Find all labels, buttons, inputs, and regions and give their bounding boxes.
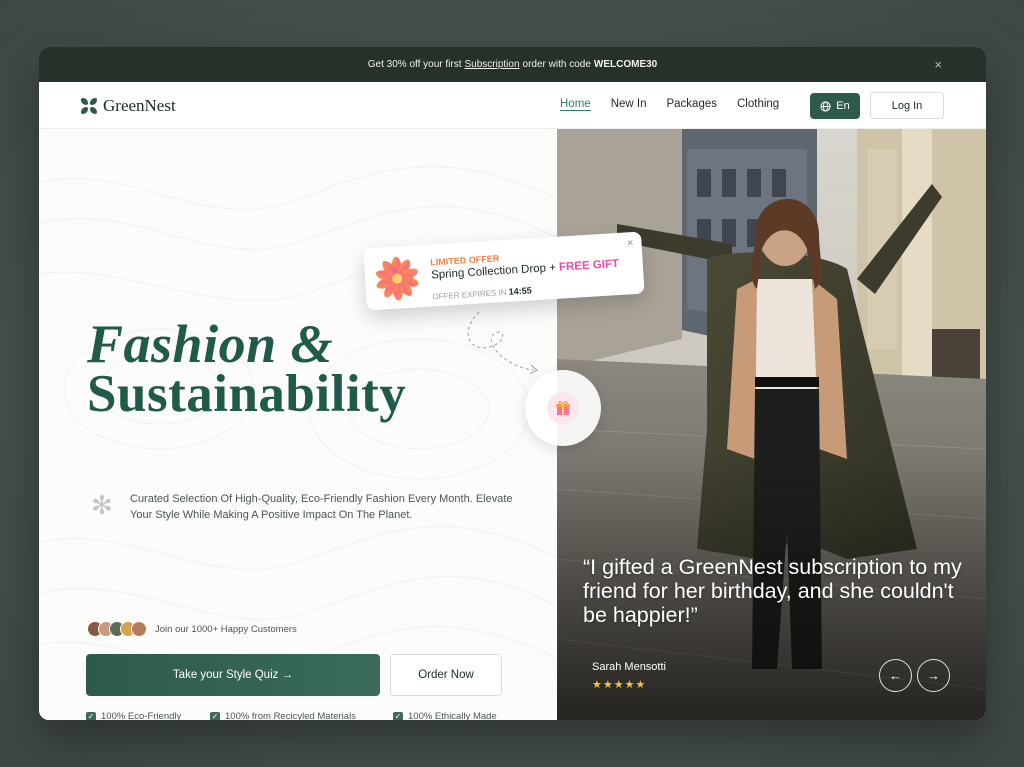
feature-checklist: ✓ 100% Eco-Friendly ✓ 100% from Recicyle… [86,711,497,720]
language-label: En [836,100,850,112]
promo-text-before: Get 30% off your first [367,59,462,70]
hero-title-line2: Sustainability [80,365,413,423]
app-window: Get 30% off your first Subscription orde… [39,47,986,720]
gift-icon [547,392,579,424]
style-quiz-button[interactable]: Take your Style Quiz → [86,654,380,696]
rating-stars: ★★★★★ [592,679,647,691]
hero-title-line1: Fashion & [87,314,334,374]
happy-customers: Join our 1000+ Happy Customers [87,621,297,637]
offer-expiry: OFFER EXPIRES IN 14:55 [432,285,532,301]
prev-arrow-button[interactable]: ← [879,659,912,692]
promo-code: WELCOME30 [593,59,658,70]
offer-gift-text: FREE GIFT [558,257,620,274]
feature-eco-friendly: ✓ 100% Eco-Friendly [86,711,210,720]
nav-clothing[interactable]: Clothing [737,98,779,110]
customers-text: Join our 1000+ Happy Customers [155,623,297,635]
site-header: GreenNest Home New In Packages Clothing … [39,82,986,129]
next-arrow-button[interactable]: → [917,659,950,692]
gift-button[interactable] [525,370,601,446]
main-nav: Home New In Packages Clothing [560,98,779,110]
promo-subscription-link[interactable]: Subscription [465,59,520,70]
feature-ethically-made: ✓ 100% Ethically Made [393,711,497,720]
globe-icon [820,100,831,112]
promo-bar: Get 30% off your first Subscription orde… [39,47,986,82]
login-button[interactable]: Log In [870,92,944,119]
order-now-button[interactable]: Order Now [390,654,502,696]
promo-close-icon[interactable]: × [934,57,942,72]
sparkle-icon: ✻ [91,490,113,520]
feature-recycled: ✓ 100% from Recicyled Materials [210,711,393,720]
leaf-logo-icon [81,98,97,114]
brand-name: GreenNest [103,96,176,115]
nav-new-in[interactable]: New In [611,98,647,110]
avatar [131,621,147,637]
hero-left-panel: Fashion & Sustainability ✻ Curated Selec… [39,129,557,720]
brand-logo[interactable]: GreenNest [81,96,176,116]
feature-label: 100% Ethically Made [408,711,497,720]
offer-close-icon[interactable]: × [627,237,634,249]
hero-photo-panel: “I gifted a GreenNest subscription to my… [557,129,986,720]
offer-expiry-label: OFFER EXPIRES IN [432,287,507,302]
language-button[interactable]: En [810,93,860,119]
offer-expiry-time: 14:55 [508,285,533,297]
hero-description: Curated Selection Of High-Quality, Eco-F… [130,493,513,521]
promo-text-after: order with code [522,59,591,70]
nav-packages[interactable]: Packages [666,98,717,110]
feature-label: 100% from Recicyled Materials [225,711,356,720]
testimonial-author: Sarah Mensotti [592,661,666,673]
nav-home[interactable]: Home [560,98,591,110]
hero-title: Fashion & Sustainability [80,314,413,432]
testimonial-quote: “I gifted a GreenNest subscription to my… [583,555,962,627]
model-photo [557,129,986,720]
feature-label: 100% Eco-Friendly [101,711,182,720]
checkbox-icon: ✓ [393,711,403,720]
checkbox-icon: ✓ [86,711,96,720]
customer-avatars [87,621,147,637]
checkbox-icon: ✓ [210,711,220,720]
flower-icon [375,256,419,301]
